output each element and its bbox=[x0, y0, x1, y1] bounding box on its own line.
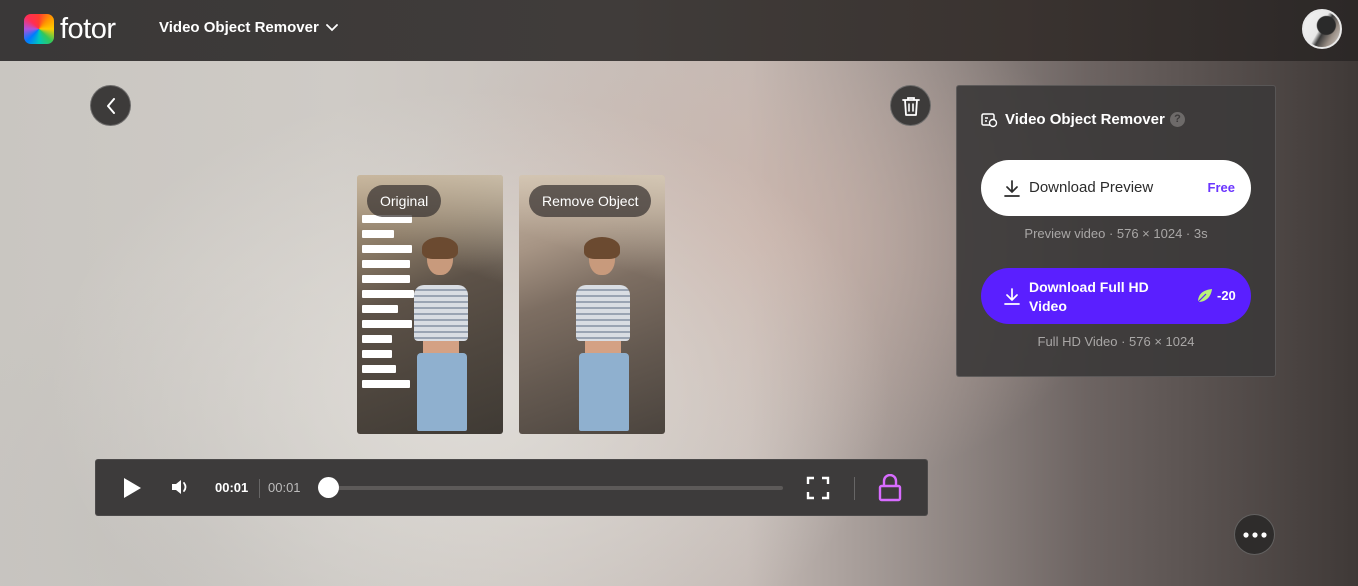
panel-title: Video Object Remover bbox=[1005, 111, 1165, 128]
current-time: 00:01 bbox=[215, 480, 249, 495]
person-figure bbox=[571, 237, 635, 434]
trash-icon bbox=[901, 96, 920, 116]
original-label: Original bbox=[367, 185, 442, 217]
download-full-hd-label: Download Full HD Video bbox=[1029, 279, 1149, 314]
play-icon[interactable] bbox=[122, 477, 142, 499]
preview-video-info: Preview video · 576 × 1024 · 3s bbox=[1024, 226, 1208, 241]
help-icon[interactable]: ? bbox=[1170, 112, 1185, 127]
top-bar: fotor Video Object Remover bbox=[0, 0, 1358, 61]
volume-icon[interactable] bbox=[171, 478, 191, 496]
logo-text: fotor bbox=[60, 13, 116, 45]
more-icon bbox=[1242, 531, 1267, 538]
divider bbox=[259, 479, 260, 498]
export-panel: Video Object Remover ? Download Preview … bbox=[956, 85, 1276, 377]
divider bbox=[854, 477, 855, 500]
download-full-hd-button[interactable]: Download Full HD Video -20 bbox=[981, 268, 1251, 324]
credit-cost: -20 bbox=[1217, 288, 1236, 303]
back-button[interactable] bbox=[90, 85, 131, 126]
download-preview-label: Download Preview bbox=[1029, 179, 1154, 196]
original-preview: Original bbox=[357, 175, 503, 434]
object-remover-icon bbox=[981, 113, 998, 128]
download-icon bbox=[1004, 180, 1020, 197]
product-menu[interactable]: Video Object Remover bbox=[159, 19, 338, 36]
avatar[interactable] bbox=[1302, 9, 1342, 49]
remove-object-preview: Remove Object bbox=[519, 175, 665, 434]
person-figure bbox=[409, 237, 473, 434]
lock-icon[interactable] bbox=[878, 474, 902, 502]
text-stickers bbox=[362, 215, 414, 395]
remove-object-label: Remove Object bbox=[529, 185, 652, 217]
free-badge: Free bbox=[1207, 180, 1235, 195]
fotor-logo[interactable]: fotor bbox=[24, 14, 116, 44]
chevron-left-icon bbox=[106, 97, 115, 114]
total-time: 00:01 bbox=[268, 480, 301, 495]
download-preview-button[interactable]: Download Preview Free bbox=[981, 160, 1251, 216]
fotor-logo-mark-icon bbox=[24, 14, 54, 44]
more-button[interactable] bbox=[1234, 514, 1275, 555]
progress-knob[interactable] bbox=[318, 477, 339, 498]
progress-track[interactable] bbox=[329, 486, 783, 490]
fullscreen-icon[interactable] bbox=[806, 476, 830, 500]
full-hd-video-info: Full HD Video · 576 × 1024 bbox=[1037, 334, 1195, 349]
download-icon bbox=[1004, 288, 1020, 305]
leaf-icon bbox=[1197, 289, 1212, 303]
video-player-controls: 00:01 00:01 bbox=[95, 459, 928, 516]
chevron-down-icon bbox=[325, 23, 338, 31]
delete-button[interactable] bbox=[890, 85, 931, 126]
product-menu-label: Video Object Remover bbox=[159, 19, 319, 36]
